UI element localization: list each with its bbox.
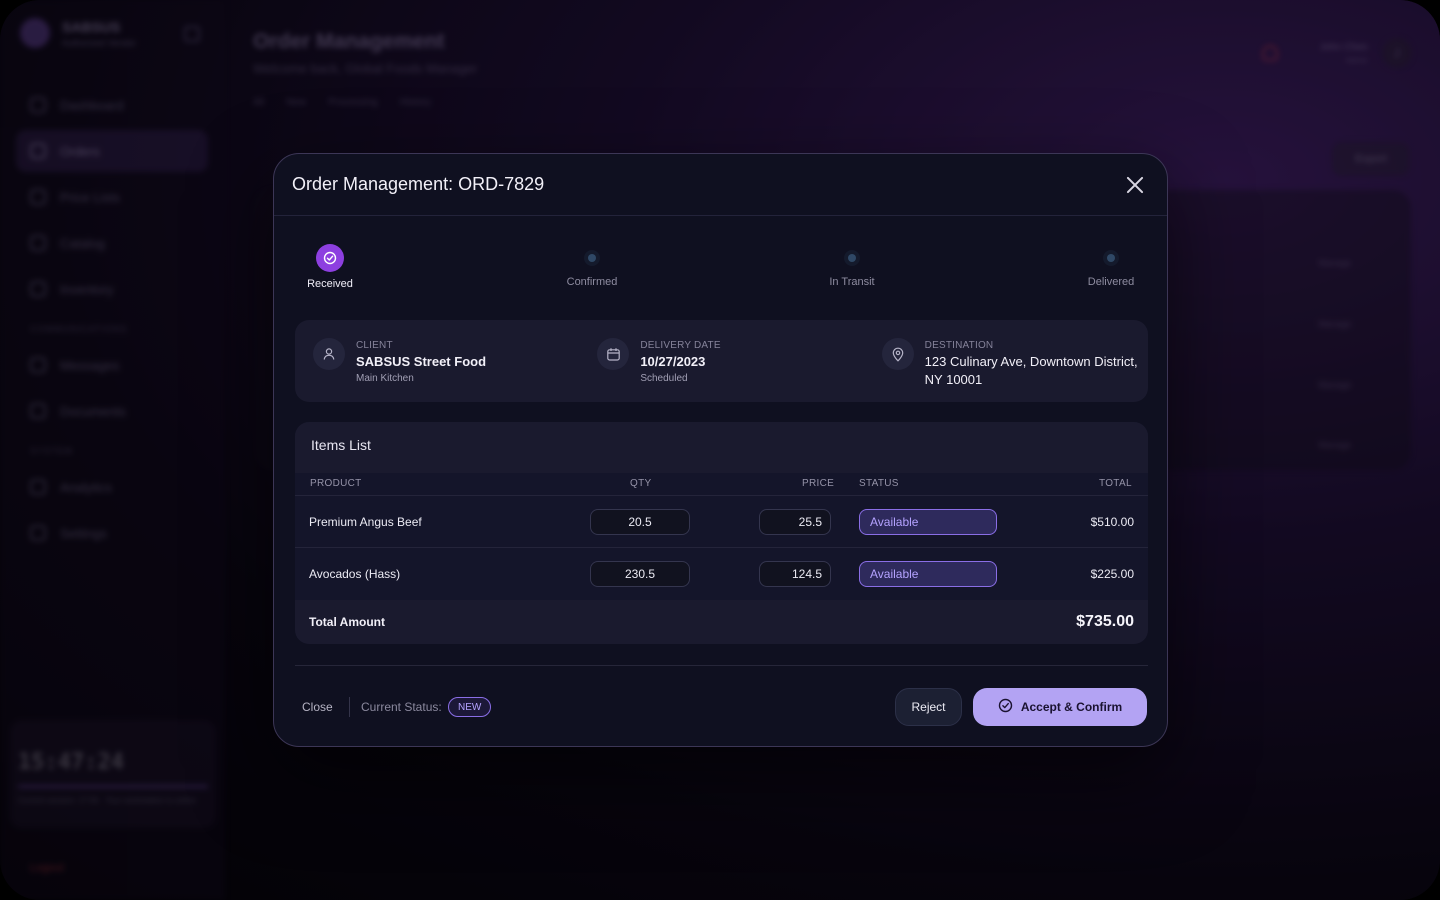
column-status: STATUS <box>859 478 899 489</box>
table-row: Premium Angus Beef 20.5 25.5 Available $… <box>295 495 1148 547</box>
status-badge: NEW <box>448 697 492 717</box>
accept-confirm-label: Accept & Confirm <box>1020 700 1123 714</box>
step-confirmed: Confirmed <box>542 244 642 288</box>
step-label: In Transit <box>829 276 875 288</box>
close-icon[interactable] <box>1125 175 1145 195</box>
modal-title: Order Management: ORD-7829 <box>292 174 545 194</box>
column-product: PRODUCT <box>310 478 362 489</box>
calendar-icon <box>597 338 630 370</box>
price-input[interactable]: 124.5 <box>759 561 831 587</box>
product-name: Premium Angus Beef <box>309 515 422 529</box>
items-table-header: PRODUCT QTY PRICE STATUS TOTAL <box>295 473 1148 493</box>
column-total: TOTAL <box>1099 478 1132 489</box>
map-pin-icon <box>881 338 914 370</box>
current-status-label: Current Status: <box>361 700 442 714</box>
step-dot-icon <box>848 254 856 262</box>
total-amount-row: Total Amount $735.00 <box>295 600 1148 644</box>
order-info-card: CLIENT SABSUS Street Food Main Kitchen D… <box>295 320 1148 402</box>
delivery-date-label: DELIVERY DATE <box>640 340 721 351</box>
accept-confirm-button[interactable]: Accept & Confirm <box>973 688 1147 726</box>
delivery-date: 10/27/2023 <box>640 354 706 369</box>
step-received: Received <box>280 244 380 290</box>
step-dot-icon <box>1107 254 1115 262</box>
modal-header: Order Management: ORD-7829 <box>274 154 1167 216</box>
step-dot-icon <box>588 254 596 262</box>
app-window: SABSUS Authorized Vendor Dashboard Order… <box>0 0 1440 900</box>
step-label: Delivered <box>1087 276 1135 288</box>
step-label: Received <box>307 278 353 290</box>
step-in-transit: In Transit <box>802 244 902 288</box>
qty-input[interactable]: 230.5 <box>590 561 690 587</box>
status-select[interactable]: Available <box>859 509 997 535</box>
total-amount-label: Total Amount <box>309 615 385 629</box>
order-progress-stepper: Received Confirmed In Transit Delivered <box>274 244 1167 294</box>
check-circle-icon <box>316 244 344 272</box>
delivery-info: DELIVERY DATE 10/27/2023 Scheduled <box>579 320 863 402</box>
client-label: CLIENT <box>356 340 393 351</box>
delivery-status: Scheduled <box>640 373 688 384</box>
qty-input[interactable]: 20.5 <box>590 509 690 535</box>
total-amount-value: $735.00 <box>1076 613 1134 630</box>
status-select[interactable]: Available <box>859 561 997 587</box>
items-list-title: Items List <box>295 422 1148 473</box>
reject-button[interactable]: Reject <box>895 688 962 726</box>
product-name: Avocados (Hass) <box>309 567 401 581</box>
price-input[interactable]: 25.5 <box>759 509 831 535</box>
destination-line-2: NY 10001 <box>924 372 983 387</box>
user-icon <box>313 338 345 370</box>
destination-label: DESTINATION <box>924 340 994 351</box>
modal-footer: Close Current Status: NEW Reject Accept … <box>295 665 1148 746</box>
client-location: Main Kitchen <box>356 373 414 384</box>
check-circle-icon <box>998 698 1013 716</box>
line-total: $225.00 <box>1090 567 1134 581</box>
footer-divider <box>349 697 350 717</box>
client-name: SABSUS Street Food <box>356 354 487 369</box>
destination-info: DESTINATION 123 Culinary Ave, Downtown D… <box>864 320 1148 402</box>
column-qty: QTY <box>630 478 652 489</box>
destination-line-1: 123 Culinary Ave, Downtown District, <box>924 354 1138 369</box>
order-modal: Order Management: ORD-7829 Received Conf… <box>273 153 1168 747</box>
step-label: Confirmed <box>566 276 618 288</box>
column-price: PRICE <box>802 478 835 489</box>
client-info: CLIENT SABSUS Street Food Main Kitchen <box>295 320 579 402</box>
step-delivered: Delivered <box>1061 244 1161 288</box>
items-list-card: Items List PRODUCT QTY PRICE STATUS TOTA… <box>295 422 1148 644</box>
destination-address: 123 Culinary Ave, Downtown District, NY … <box>925 353 1148 389</box>
close-button[interactable]: Close <box>302 700 333 714</box>
table-row: Avocados (Hass) 230.5 124.5 Available $2… <box>295 547 1148 599</box>
line-total: $510.00 <box>1090 515 1134 529</box>
